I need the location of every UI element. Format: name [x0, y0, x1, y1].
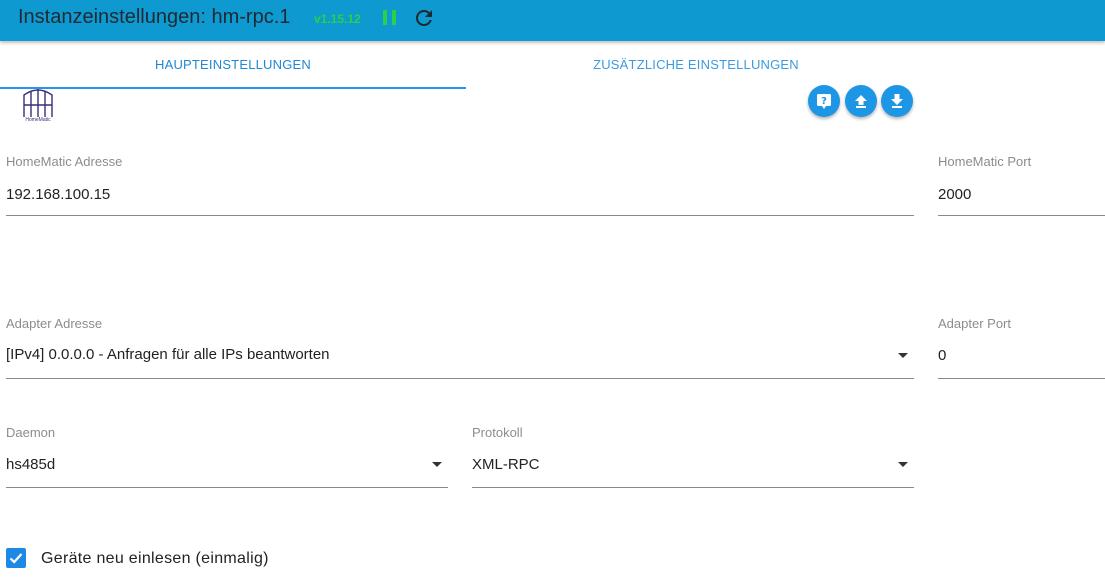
adapter-port-input[interactable]: 0	[938, 347, 946, 364]
adapter-address-underline	[6, 378, 914, 379]
tab-main-settings[interactable]: HAUPTEINSTELLUNGEN	[0, 41, 466, 89]
logo-text: HomeMatic	[25, 117, 51, 123]
title-bar: Instanzeinstellungen: hm-rpc.1 v1.15.12	[0, 0, 1105, 41]
tab-bar: HAUPTEINSTELLUNGEN ZUSÄTZLICHE EINSTELLU…	[0, 41, 1105, 89]
help-icon: ?	[817, 94, 831, 109]
homematic-port-label: HomeMatic Port	[938, 154, 1032, 169]
homematic-address-input[interactable]: 192.168.100.15	[6, 186, 110, 203]
protocol-value[interactable]: XML-RPC	[472, 456, 540, 473]
reread-devices-label[interactable]: Geräte neu einlesen (einmalig)	[41, 550, 269, 568]
protocol-label: Protokoll	[472, 425, 523, 440]
homematic-logo: HomeMatic	[18, 87, 58, 127]
adapter-address-value[interactable]: [IPv4] 0.0.0.0 - Anfragen für alle IPs b…	[6, 346, 330, 363]
svg-text:?: ?	[821, 96, 827, 107]
homematic-address-underline	[6, 215, 914, 216]
upload-button[interactable]	[845, 85, 877, 117]
active-tab-indicator	[0, 87, 466, 89]
upload-icon	[855, 95, 867, 108]
help-button[interactable]: ?	[808, 85, 840, 117]
homematic-port-field[interactable]: HomeMatic Port 2000	[938, 154, 1105, 218]
protocol-underline	[472, 487, 914, 488]
adapter-address-select[interactable]: Adapter Adresse [IPv4] 0.0.0.0 - Anfrage…	[6, 316, 914, 380]
homematic-port-input[interactable]: 2000	[938, 186, 971, 203]
protocol-select[interactable]: Protokoll XML-RPC	[472, 425, 914, 489]
adapter-port-field[interactable]: Adapter Port 0	[938, 316, 1105, 380]
daemon-underline	[6, 487, 448, 488]
pause-icon[interactable]	[383, 10, 397, 26]
chevron-down-icon[interactable]	[432, 462, 442, 467]
version-badge: v1.15.12	[314, 12, 361, 26]
daemon-label: Daemon	[6, 425, 56, 440]
homematic-address-field[interactable]: HomeMatic Adresse 192.168.100.15	[6, 154, 914, 218]
reread-devices-checkbox[interactable]	[6, 548, 26, 568]
chevron-down-icon[interactable]	[898, 462, 908, 467]
checkmark-icon	[9, 553, 23, 564]
reload-icon[interactable]	[412, 6, 436, 30]
homematic-address-label: HomeMatic Adresse	[6, 154, 123, 169]
adapter-port-label: Adapter Port	[938, 316, 1011, 331]
download-button[interactable]	[881, 85, 913, 117]
page-title: Instanzeinstellungen: hm-rpc.1	[18, 6, 291, 28]
tab-additional-settings[interactable]: ZUSÄTZLICHE EINSTELLUNGEN	[466, 41, 926, 89]
download-icon	[891, 94, 903, 108]
adapter-address-label: Adapter Adresse	[6, 316, 103, 331]
chevron-down-icon[interactable]	[898, 353, 908, 358]
adapter-port-underline	[938, 378, 1105, 379]
daemon-select[interactable]: Daemon hs485d	[6, 425, 448, 489]
homematic-port-underline	[938, 215, 1105, 216]
daemon-value[interactable]: hs485d	[6, 456, 55, 473]
